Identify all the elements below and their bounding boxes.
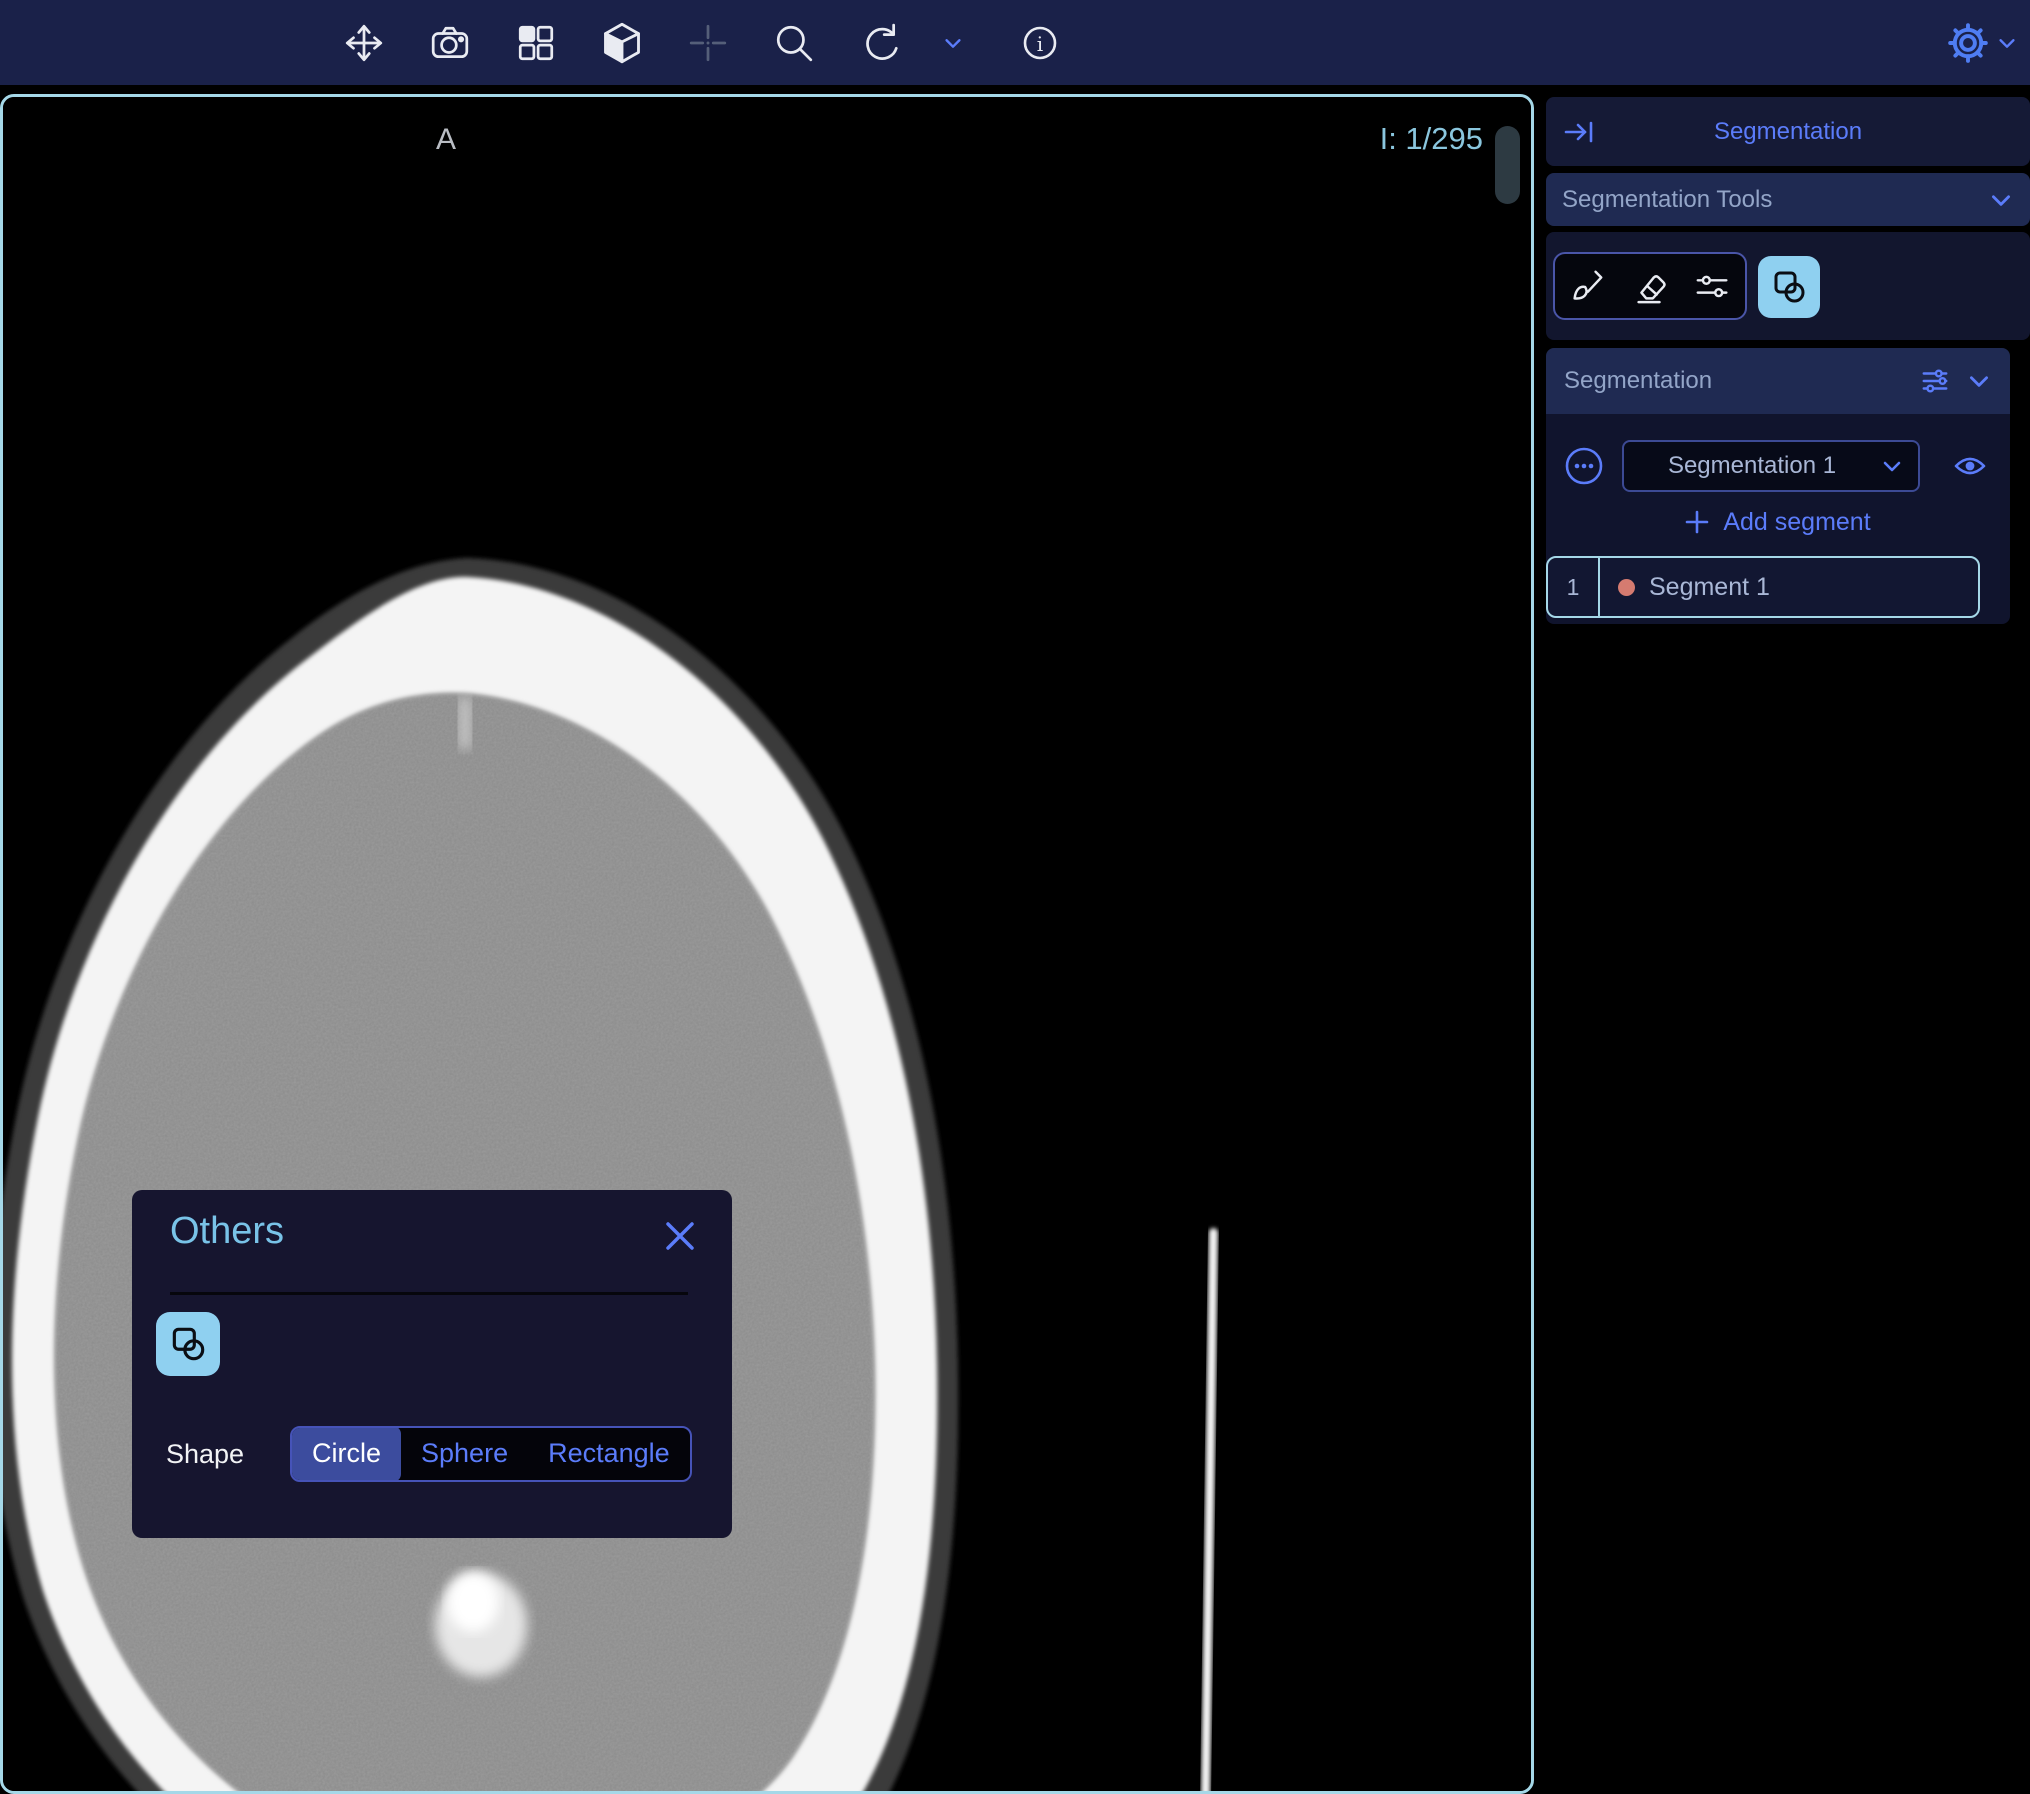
panel-header: Segmentation — [1546, 97, 2030, 166]
info-button[interactable]: i — [1016, 19, 1064, 67]
tools-section-body — [1546, 232, 2030, 340]
collapse-right-icon — [1562, 117, 1596, 147]
threshold-sliders-icon — [1694, 267, 1732, 305]
segmentation-group-header[interactable]: Segmentation — [1546, 348, 2010, 414]
dialog-title: Others — [170, 1210, 284, 1253]
zoom-button[interactable] — [770, 19, 818, 67]
layout-grid-icon — [515, 22, 557, 64]
volume-3d-button[interactable] — [598, 19, 646, 67]
info-icon: i — [1020, 23, 1060, 63]
ellipsis-circle-icon — [1564, 446, 1604, 486]
panel-collapse-button[interactable] — [1562, 97, 1596, 166]
move-button[interactable] — [340, 19, 388, 67]
plus-icon — [1685, 510, 1709, 534]
chevron-down-icon[interactable] — [1966, 368, 1992, 394]
segment-label: Segment 1 — [1649, 573, 1770, 602]
rotate-button[interactable] — [856, 19, 904, 67]
gear-icon — [1945, 20, 1991, 66]
segment-index: 1 — [1548, 558, 1600, 616]
orientation-label: A — [436, 123, 456, 157]
dialog-divider — [170, 1292, 688, 1295]
shape-label: Shape — [166, 1439, 290, 1470]
eye-icon — [1952, 451, 1988, 481]
segmentation-visibility-button[interactable] — [1952, 451, 1988, 481]
capture-button[interactable] — [426, 19, 474, 67]
segmentation-group: Segmentation — [1546, 348, 2010, 624]
segmentation-panel: Segmentation Segmentation Tools — [1546, 97, 2030, 624]
chevron-down-icon — [942, 32, 964, 54]
move-icon — [343, 22, 385, 64]
segmentation-group-label: Segmentation — [1564, 367, 1920, 395]
add-segment-button[interactable]: Add segment — [1546, 504, 2010, 540]
layout-button[interactable] — [512, 19, 560, 67]
crosshair-button[interactable] — [684, 19, 732, 67]
camera-icon — [429, 22, 471, 64]
crosshair-icon — [687, 22, 729, 64]
shape-option-rectangle[interactable]: Rectangle — [528, 1426, 690, 1482]
slice-indicator: I: 1/295 — [1380, 121, 1483, 157]
eraser-icon — [1631, 267, 1669, 305]
close-icon — [664, 1220, 696, 1252]
chevron-down-icon — [1988, 187, 2014, 213]
slice-scrollbar-thumb[interactable] — [1495, 126, 1520, 204]
tools-section-label: Segmentation Tools — [1562, 186, 1988, 214]
shapes-tool-button[interactable] — [156, 1312, 220, 1376]
segmentation-menu-button[interactable] — [1564, 446, 1604, 486]
tool-button-group — [1553, 252, 1747, 320]
segmentation-select-value: Segmentation 1 — [1624, 452, 1880, 480]
magnifier-icon — [773, 22, 815, 64]
top-toolbar: i — [0, 0, 2030, 85]
add-segment-label: Add segment — [1723, 508, 1870, 537]
rotate-icon — [859, 22, 901, 64]
segmentation-tools-section-header[interactable]: Segmentation Tools — [1546, 173, 2030, 226]
shape-option-circle[interactable]: Circle — [292, 1426, 401, 1482]
shape-option-sphere[interactable]: Sphere — [401, 1426, 528, 1482]
shape-segmented-control: Circle Sphere Rectangle — [290, 1426, 692, 1482]
shapes-icon — [1769, 267, 1809, 307]
shapes-tool-button-active[interactable] — [1758, 256, 1820, 318]
rotate-caret-button[interactable] — [942, 32, 964, 54]
cube-3d-icon — [600, 21, 644, 65]
segment-main: Segment 1 — [1600, 558, 1770, 616]
toolbar-icon-group: i — [340, 0, 1064, 85]
dialog-close-button[interactable] — [664, 1220, 696, 1252]
shapes-icon — [167, 1323, 209, 1365]
active-segmentation-row: Segmentation 1 — [1546, 414, 2010, 492]
segment-color-dot — [1618, 579, 1635, 596]
panel-title: Segmentation — [1546, 118, 2030, 146]
brush-icon — [1568, 267, 1606, 305]
segmentation-group-body: Segmentation 1 Add segment — [1546, 414, 2010, 624]
settings-button[interactable] — [1944, 19, 1992, 67]
segmentation-header-icons — [1920, 366, 1992, 396]
threshold-tool-button[interactable] — [1685, 256, 1741, 316]
settings-caret-button[interactable] — [1996, 32, 2018, 54]
segment-row[interactable]: 1 Segment 1 — [1546, 556, 1980, 618]
shape-option-row: Shape Circle Sphere Rectangle — [166, 1426, 706, 1482]
others-dialog: Others Shape Circle Sphere Rectangle — [132, 1190, 732, 1538]
image-viewport[interactable]: A I: 1/295 Others Shape Circle Sphere Re… — [0, 94, 1534, 1794]
brush-tool-button[interactable] — [1559, 256, 1615, 316]
svg-text:i: i — [1037, 32, 1043, 56]
chevron-down-icon — [1996, 31, 2018, 55]
ct-axial-head-image — [3, 97, 1534, 1794]
settings-area — [1944, 0, 2018, 85]
segmentation-select[interactable]: Segmentation 1 — [1622, 440, 1920, 492]
chevron-down-icon — [1880, 454, 1904, 478]
eraser-tool-button[interactable] — [1622, 256, 1678, 316]
mixer-settings-icon[interactable] — [1920, 366, 1950, 396]
